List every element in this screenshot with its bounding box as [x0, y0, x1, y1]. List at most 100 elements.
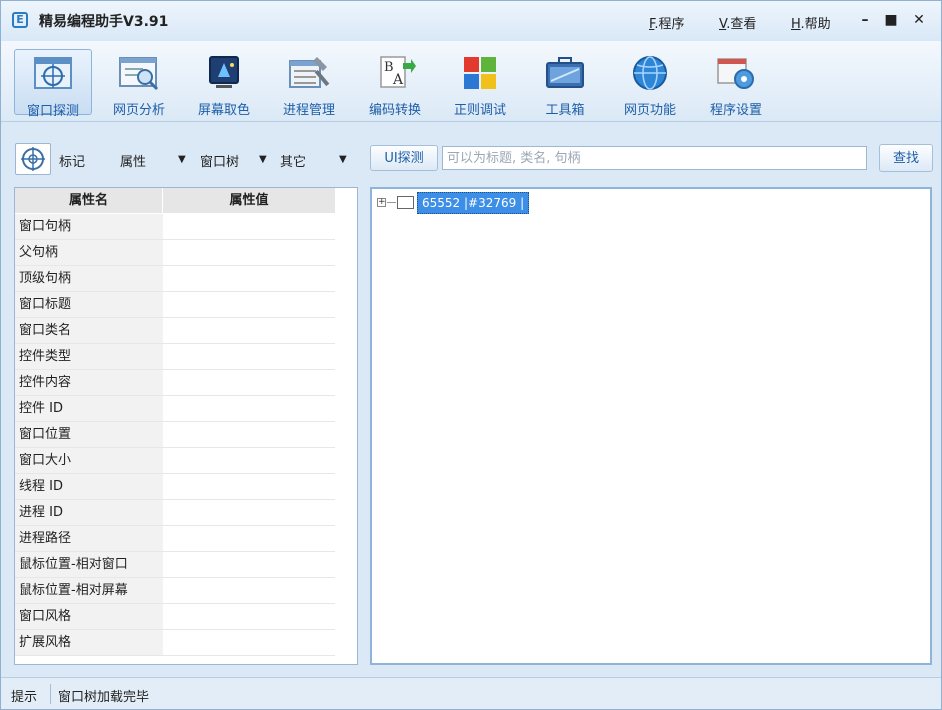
property-name: 窗口大小	[15, 448, 165, 473]
title-bar: E 精易编程助手V3.91 F.程序 V.查看 H.帮助 – ■ ✕	[1, 1, 941, 41]
menu-program[interactable]: F.程序	[649, 13, 685, 32]
dropdown-other[interactable]: 其它	[280, 151, 306, 170]
tool-label: 程序设置	[709, 103, 762, 118]
property-value[interactable]	[163, 266, 335, 291]
tool-label: 屏幕取色	[197, 103, 250, 118]
property-name: 鼠标位置-相对屏幕	[15, 578, 165, 603]
property-value[interactable]	[163, 292, 335, 317]
table-row[interactable]: 窗口大小	[15, 448, 335, 474]
close-button[interactable]: ✕	[909, 11, 929, 29]
property-name: 控件内容	[15, 370, 165, 395]
property-value[interactable]	[163, 604, 335, 629]
tool-web-analysis[interactable]: 网页分析	[100, 49, 178, 118]
window-node-icon	[397, 196, 414, 209]
column-header-value[interactable]: 属性值	[163, 188, 336, 213]
search-input[interactable]	[442, 146, 867, 170]
mark-label: 标记	[59, 155, 86, 170]
status-label: 提示	[11, 690, 38, 705]
table-row[interactable]: 控件类型	[15, 344, 335, 370]
property-value[interactable]	[163, 448, 335, 473]
crosshair-target-button[interactable]	[15, 143, 51, 175]
dropdown-window-tree[interactable]: 窗口树	[200, 151, 239, 170]
table-row[interactable]: 顶级句柄	[15, 266, 335, 292]
app-title: 精易编程助手V3.91	[39, 14, 169, 30]
table-row[interactable]: 控件 ID	[15, 396, 335, 422]
tool-label: 工具箱	[545, 103, 585, 118]
toolbox-icon	[546, 57, 584, 88]
status-message: 窗口树加载完毕	[58, 690, 150, 705]
table-row[interactable]: 线程 ID	[15, 474, 335, 500]
tool-web-functions[interactable]: 网页功能	[611, 49, 689, 118]
property-value[interactable]	[163, 396, 335, 421]
table-row[interactable]: 窗口位置	[15, 422, 335, 448]
minimize-button[interactable]: –	[855, 11, 875, 29]
table-row[interactable]: 控件内容	[15, 370, 335, 396]
tool-color-picker[interactable]: 屏幕取色	[185, 49, 263, 118]
svg-text:A: A	[392, 72, 404, 88]
property-name: 父句柄	[15, 240, 165, 265]
property-name: 窗口位置	[15, 422, 165, 447]
property-value[interactable]	[163, 318, 335, 343]
property-value[interactable]	[163, 578, 335, 603]
tool-program-settings[interactable]: 程序设置	[697, 49, 775, 118]
table-row[interactable]: 鼠标位置-相对屏幕	[15, 578, 335, 604]
find-button[interactable]: 查找	[879, 144, 933, 172]
table-row[interactable]: 扩展风格	[15, 630, 335, 656]
ui-probe-button[interactable]: UI探测	[370, 145, 438, 171]
settings-icon	[717, 58, 754, 89]
tool-process-manager[interactable]: 进程管理	[270, 49, 348, 118]
property-value[interactable]	[163, 214, 335, 239]
property-value[interactable]	[163, 422, 335, 447]
search-row: 标记 属性 ▼ 窗口树 ▼ 其它 ▼ UI探测 查找	[1, 129, 941, 179]
property-name: 扩展风格	[15, 630, 165, 655]
tool-regex[interactable]: 正则调试	[441, 49, 519, 118]
property-name: 控件类型	[15, 344, 165, 369]
table-row[interactable]: 进程 ID	[15, 500, 335, 526]
expand-icon[interactable]: +	[377, 198, 386, 207]
chevron-down-icon[interactable]: ▼	[339, 154, 347, 165]
table-row[interactable]: 鼠标位置-相对窗口	[15, 552, 335, 578]
table-row[interactable]: 窗口句柄	[15, 214, 335, 240]
globe-icon	[633, 56, 667, 90]
table-row[interactable]: 父句柄	[15, 240, 335, 266]
tool-label: 进程管理	[282, 103, 335, 118]
menu-help[interactable]: H.帮助	[791, 13, 831, 32]
tree-node-root[interactable]: 65552 |#32769 |	[417, 192, 530, 214]
property-value[interactable]	[163, 474, 335, 499]
table-row[interactable]: 窗口风格	[15, 604, 335, 630]
tool-label: 网页功能	[623, 103, 676, 118]
property-value[interactable]	[163, 344, 335, 369]
property-grid: 属性名 属性值 窗口句柄 父句柄 顶级句柄 窗口标题 窗口类名 控件类型 控件内容 控件 ID…	[14, 187, 358, 665]
process-manager-icon	[289, 57, 330, 88]
tool-label: 正则调试	[453, 103, 506, 118]
tool-label: 窗口探测	[26, 104, 79, 119]
status-divider	[50, 684, 51, 704]
property-value[interactable]	[163, 552, 335, 577]
property-value[interactable]	[163, 526, 335, 551]
menu-view[interactable]: V.查看	[719, 13, 756, 32]
property-value[interactable]	[163, 240, 335, 265]
property-value[interactable]	[163, 630, 335, 655]
tool-label: 编码转换	[368, 103, 421, 118]
tool-window-probe[interactable]: 窗口探测	[14, 49, 92, 119]
encoding-icon: B A	[380, 56, 416, 88]
table-row[interactable]: 窗口标题	[15, 292, 335, 318]
property-value[interactable]	[163, 370, 335, 395]
column-header-name[interactable]: 属性名	[15, 188, 163, 213]
property-name: 窗口风格	[15, 604, 165, 629]
chevron-down-icon[interactable]: ▼	[259, 154, 267, 165]
property-name: 线程 ID	[15, 474, 165, 499]
window-tree[interactable]: + 65552 |#32769 |	[370, 187, 932, 665]
table-row[interactable]: 窗口类名	[15, 318, 335, 344]
property-value[interactable]	[163, 500, 335, 525]
tool-toolbox[interactable]: 工具箱	[526, 49, 604, 118]
dropdown-properties[interactable]: 属性	[120, 151, 146, 170]
property-name: 窗口标题	[15, 292, 165, 317]
property-name: 进程 ID	[15, 500, 165, 525]
property-name: 控件 ID	[15, 396, 165, 421]
table-row[interactable]: 进程路径	[15, 526, 335, 552]
tool-encoding[interactable]: B A 编码转换	[356, 49, 434, 118]
maximize-button[interactable]: ■	[881, 11, 901, 29]
chevron-down-icon[interactable]: ▼	[178, 154, 186, 165]
property-name: 鼠标位置-相对窗口	[15, 552, 165, 577]
